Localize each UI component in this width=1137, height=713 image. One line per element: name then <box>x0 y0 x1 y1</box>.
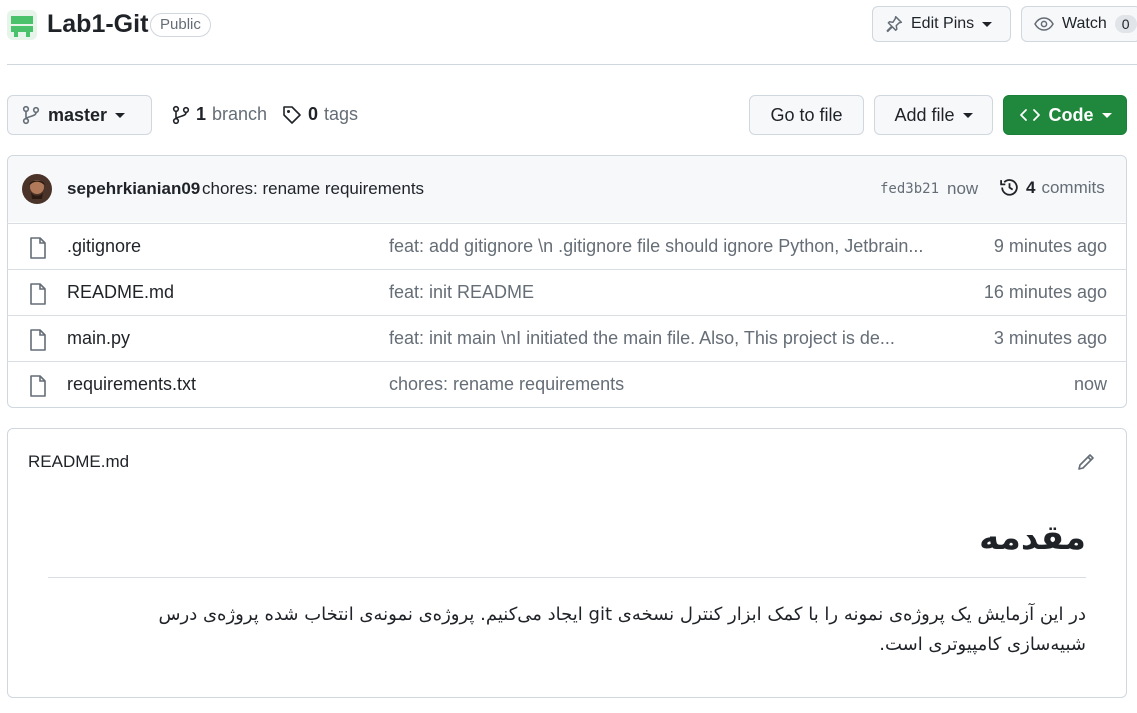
history-icon <box>999 177 1020 198</box>
readme-heading-rule <box>48 577 1086 578</box>
code-icon <box>1019 107 1041 123</box>
file-commit-time: 9 minutes ago <box>993 236 1107 256</box>
watch-count: 0 <box>1114 15 1137 33</box>
watch-label: Watch <box>1062 15 1107 32</box>
git-branch-icon <box>22 105 40 125</box>
repo-name[interactable]: Lab1-Git <box>47 10 148 39</box>
file-row[interactable]: main.py feat: init main \nI initiated th… <box>7 315 1127 361</box>
file-icon <box>29 237 47 259</box>
file-commit-time: now <box>1073 374 1107 394</box>
file-icon <box>29 375 47 397</box>
file-commit-time: 3 minutes ago <box>993 328 1107 348</box>
header-divider <box>7 64 1137 65</box>
add-file-label: Add file <box>894 104 955 125</box>
file-commit-message[interactable]: chores: rename requirements <box>389 374 929 395</box>
go-to-file-label: Go to file <box>770 104 843 125</box>
tag-count: 0 <box>308 104 319 124</box>
branch-select-button[interactable]: master <box>7 95 152 135</box>
pencil-icon[interactable] <box>1076 452 1096 472</box>
branch-name: master <box>48 104 108 125</box>
chevron-down-icon <box>115 112 126 118</box>
chevron-down-icon <box>982 21 993 27</box>
file-icon <box>29 329 47 351</box>
commit-count: 4 <box>1026 177 1036 197</box>
branch-count: 1 <box>196 104 207 124</box>
file-name[interactable]: README.md <box>67 282 174 303</box>
commit-time: now <box>947 179 979 198</box>
go-to-file-button[interactable]: Go to file <box>749 95 864 135</box>
file-commit-message[interactable]: feat: init README <box>389 282 929 303</box>
file-name[interactable]: .gitignore <box>67 236 141 257</box>
add-file-button[interactable]: Add file <box>874 95 993 135</box>
tags-link[interactable]: 0 tags <box>282 104 358 125</box>
git-branch-icon <box>172 105 190 125</box>
file-row[interactable]: .gitignore feat: add gitignore \n .gitig… <box>7 223 1127 269</box>
file-name[interactable]: requirements.txt <box>67 374 196 395</box>
readme-filename[interactable]: README.md <box>28 452 129 472</box>
code-button[interactable]: Code <box>1003 95 1127 135</box>
commit-message[interactable]: chores: rename requirements <box>202 179 424 199</box>
file-commit-message[interactable]: feat: init main \nI initiated the main f… <box>389 328 929 349</box>
file-name[interactable]: main.py <box>67 328 130 349</box>
repo-icon <box>7 10 37 40</box>
commit-author[interactable]: sepehrkianian09 <box>67 179 200 199</box>
chevron-down-icon <box>1101 112 1112 118</box>
commit-label: commits <box>1041 177 1105 197</box>
commits-link[interactable]: 4 commits <box>999 177 1105 198</box>
file-icon <box>29 283 47 305</box>
file-commit-time: 16 minutes ago <box>983 282 1107 302</box>
tag-label: tags <box>324 104 359 124</box>
code-label: Code <box>1048 104 1094 125</box>
avatar[interactable] <box>22 174 52 204</box>
file-row[interactable]: README.md feat: init README 16 minutes a… <box>7 269 1127 315</box>
visibility-badge: Public <box>150 13 211 37</box>
edit-pins-label: Edit Pins <box>911 15 975 32</box>
branch-label: branch <box>212 104 268 124</box>
readme-heading: مقدمه <box>979 518 1086 558</box>
watch-button[interactable]: Watch 0 <box>1021 6 1137 42</box>
tag-icon <box>282 105 302 125</box>
eye-icon <box>1034 16 1054 32</box>
file-row[interactable]: requirements.txt chores: rename requirem… <box>7 361 1127 407</box>
pin-icon <box>885 15 903 33</box>
file-commit-message[interactable]: feat: add gitignore \n .gitignore file s… <box>389 236 929 257</box>
edit-pins-button[interactable]: Edit Pins <box>872 6 1011 42</box>
readme-body: در این آزمایش یک پروژه‌ی نمونه را با کمک… <box>158 604 1086 655</box>
branches-link[interactable]: 1 branch <box>172 104 267 125</box>
chevron-down-icon <box>962 112 973 118</box>
commit-sha[interactable]: fed3b21 <box>880 181 939 197</box>
